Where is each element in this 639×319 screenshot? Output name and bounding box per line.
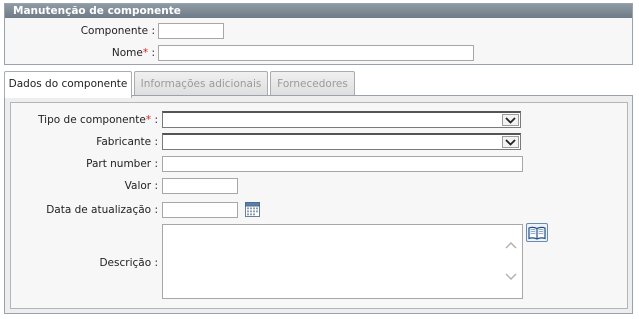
nome-label-text: Nome xyxy=(111,47,143,59)
fabricante-label: Fabricante : xyxy=(96,136,158,148)
nome-label-suffix: : xyxy=(148,47,155,59)
chevron-down-icon[interactable] xyxy=(502,136,519,148)
nome-input[interactable] xyxy=(158,45,474,61)
nome-label: Nome* : xyxy=(60,45,155,61)
calendar-icon[interactable] xyxy=(245,201,260,217)
valor-label: Valor : xyxy=(124,180,158,192)
scroll-up-icon[interactable] xyxy=(504,240,518,250)
part-number-label: Part number : xyxy=(86,158,158,170)
componente-label: Componente : xyxy=(80,25,155,37)
data-atualizacao-label: Data de atualização : xyxy=(46,204,158,216)
valor-input[interactable] xyxy=(162,178,238,194)
tipo-label: Tipo de componente* : xyxy=(20,112,158,128)
part-number-input[interactable] xyxy=(162,156,523,172)
tipo-label-suffix: : xyxy=(151,114,158,126)
tipo-label-text: Tipo de componente xyxy=(38,114,146,126)
tab-fornecedores[interactable]: Fornecedores xyxy=(270,71,355,96)
fabricante-select[interactable] xyxy=(162,133,521,150)
tab-informacoes-adicionais[interactable]: Informações adicionais xyxy=(134,71,268,96)
data-atualizacao-input[interactable] xyxy=(162,202,238,218)
tab-dados-do-componente[interactable]: Dados do componente xyxy=(4,71,132,98)
descricao-textarea[interactable] xyxy=(162,224,523,299)
componente-input[interactable] xyxy=(158,23,224,39)
tipo-select[interactable] xyxy=(162,111,521,128)
scroll-down-icon[interactable] xyxy=(504,271,518,281)
descricao-label: Descrição : xyxy=(99,257,158,269)
book-icon[interactable] xyxy=(526,223,548,242)
chevron-down-icon[interactable] xyxy=(502,114,519,126)
panel-title: Manutenção de componente xyxy=(5,4,632,18)
